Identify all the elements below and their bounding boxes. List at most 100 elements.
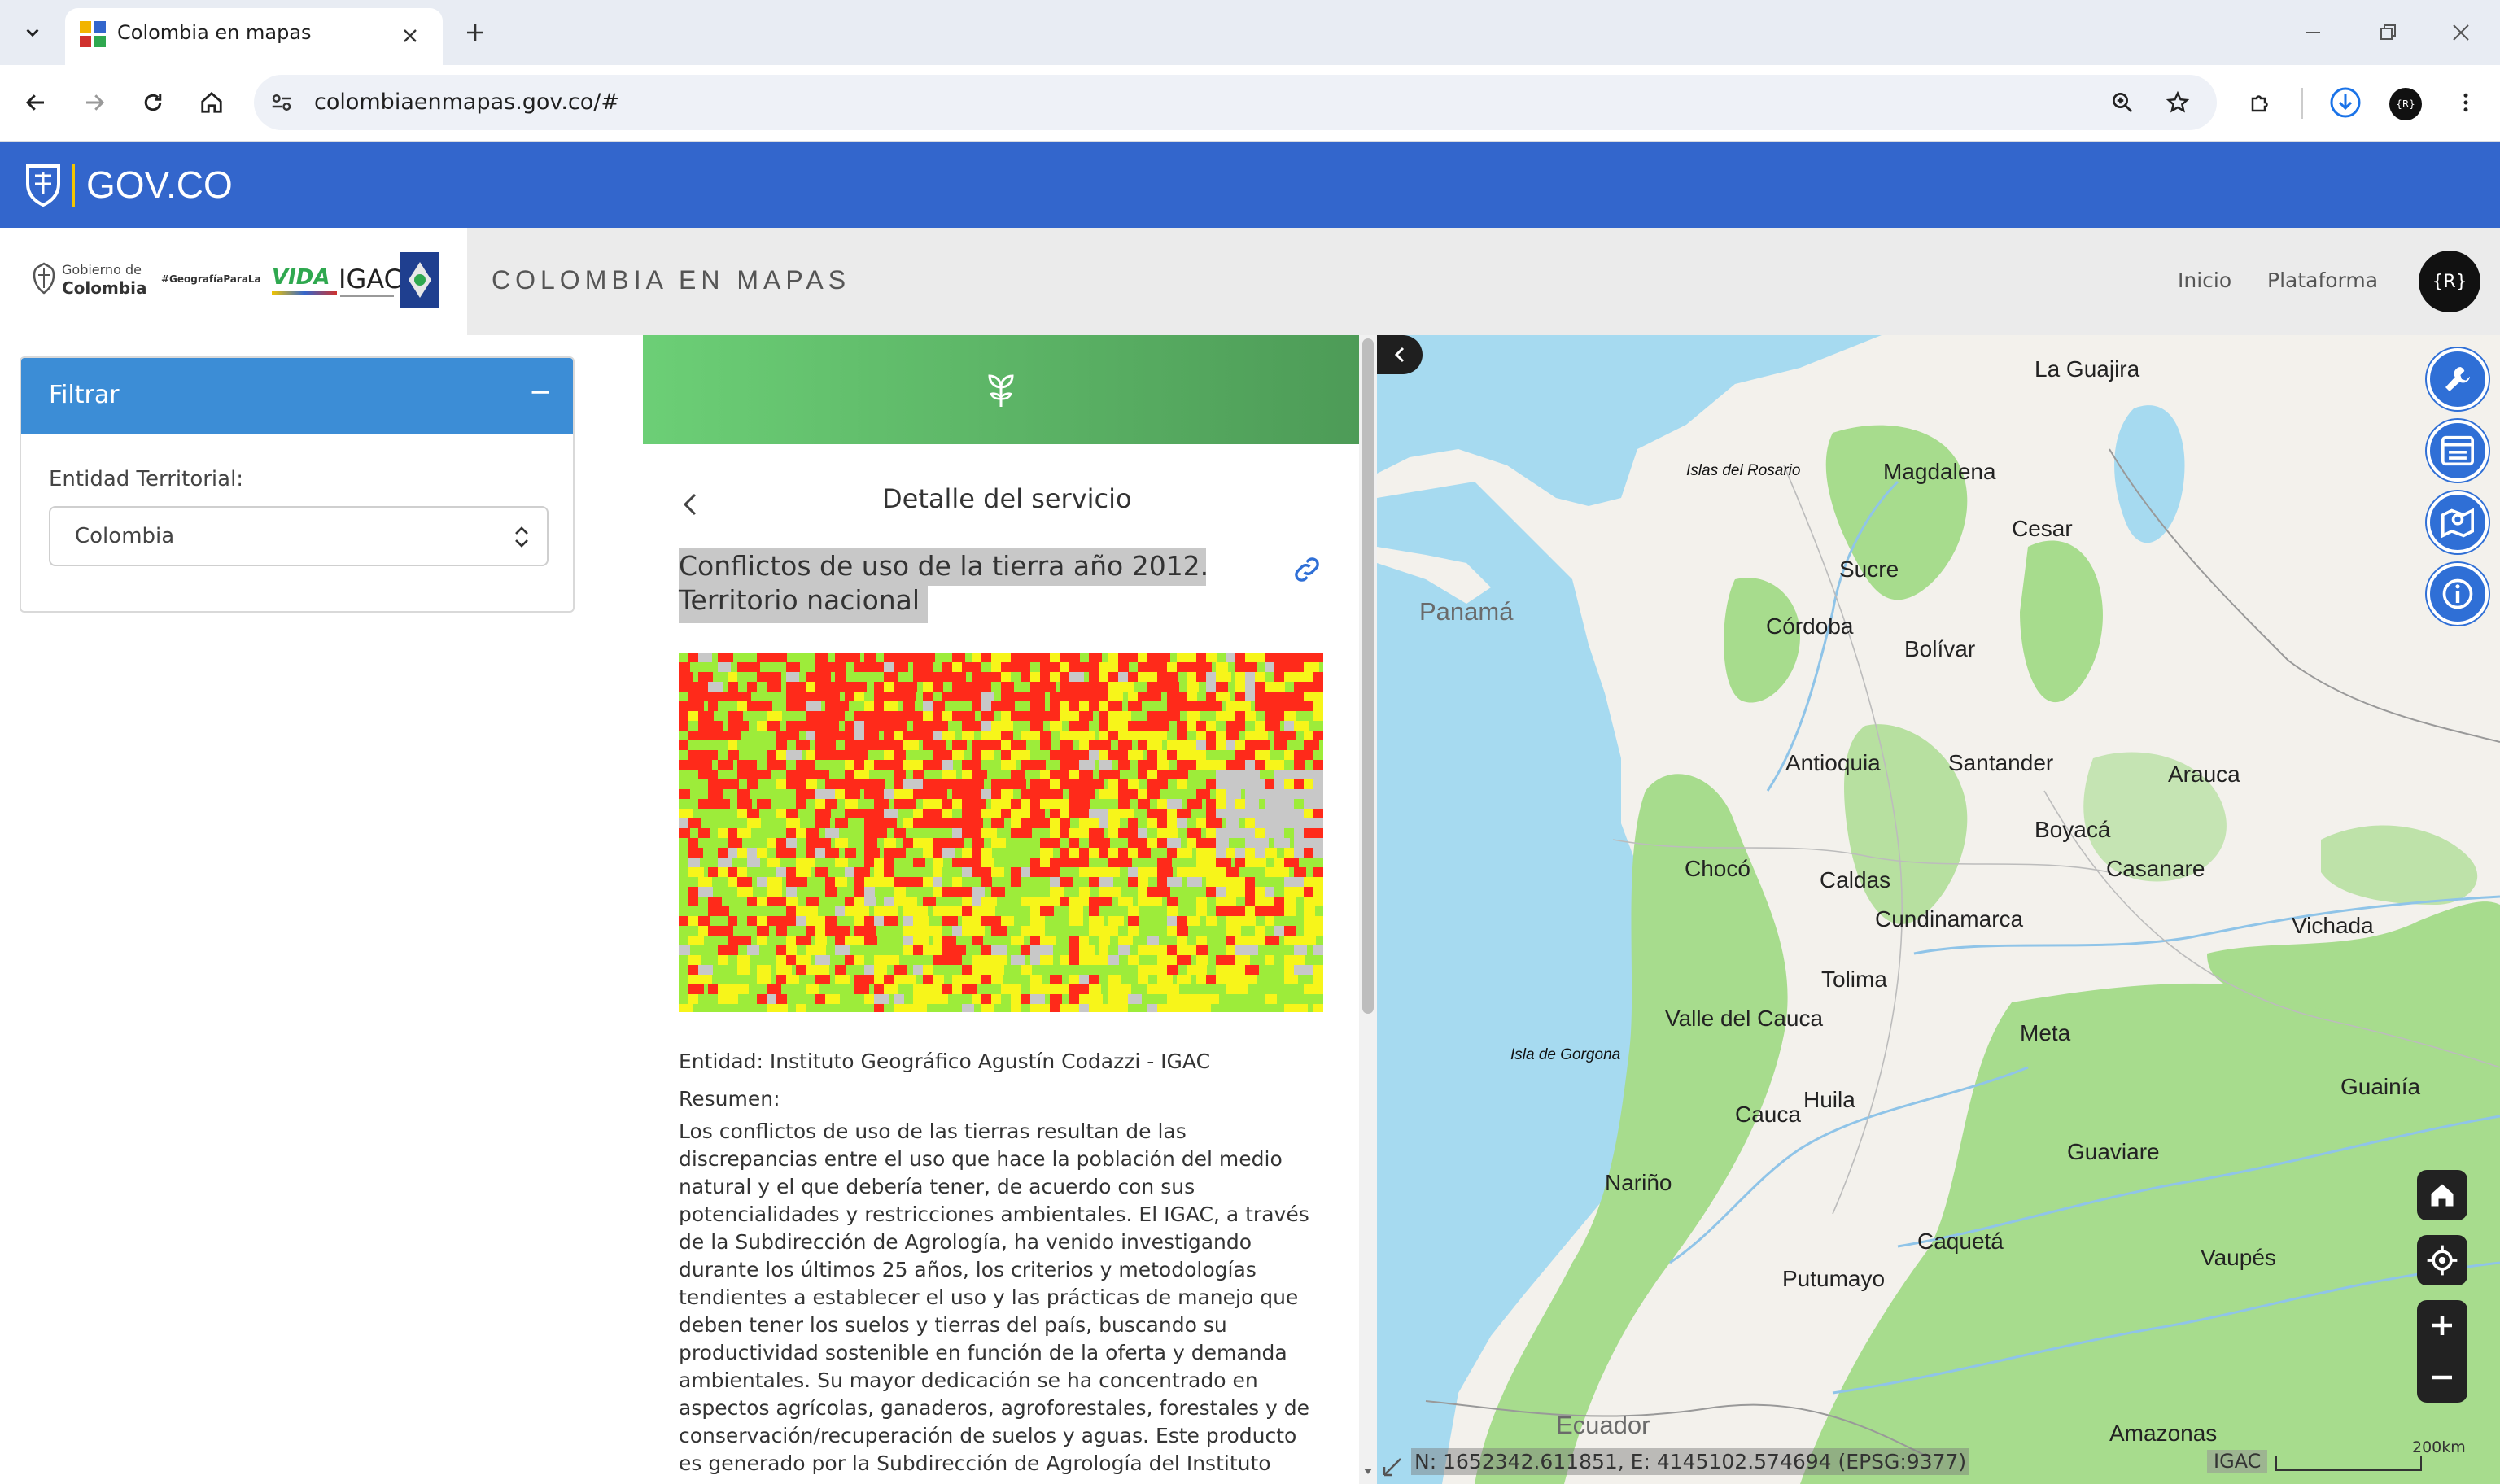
thumbnail-pixel: [913, 936, 929, 945]
scrollbar-thumb[interactable]: [1362, 338, 1374, 1014]
basemap-button[interactable]: [2427, 491, 2489, 553]
filter-header[interactable]: Filtrar −: [21, 358, 573, 434]
thumbnail-pixel: [972, 916, 981, 926]
browser-tab-active[interactable]: Colombia en mapas: [65, 8, 443, 65]
select-updown-icon: [515, 526, 528, 548]
profile-avatar[interactable]: {R}: [2389, 88, 2422, 120]
territorial-entity-select[interactable]: Colombia: [49, 506, 549, 566]
thumbnail-pixel: [825, 740, 836, 750]
thumbnail-pixel: [874, 867, 885, 877]
thumbnail-pixel: [1216, 711, 1226, 721]
close-tab-icon[interactable]: [391, 16, 430, 55]
thumbnail-pixel: [688, 711, 699, 721]
map-view[interactable]: Panamá Ecuador Islas del Rosario Isla de…: [1377, 335, 2500, 1484]
zoom-in-button[interactable]: [2417, 1300, 2467, 1351]
thumbnail-pixel: [1050, 877, 1060, 887]
back-chevron-icon[interactable]: [679, 490, 701, 519]
expand-arrow-icon[interactable]: [1380, 1455, 1405, 1479]
map-attribution[interactable]: IGAC: [2207, 1450, 2268, 1473]
collapse-minus-icon[interactable]: −: [529, 376, 553, 408]
gov-co-brand[interactable]: GOV.CO: [86, 163, 233, 207]
tab-search-chevron-icon[interactable]: [13, 13, 52, 52]
thumbnail-pixel: [1313, 809, 1323, 818]
thumbnail-pixel: [1196, 838, 1208, 848]
thumbnail-pixel: [864, 731, 879, 740]
thumbnail-pixel: [1313, 682, 1323, 692]
detail-scrollbar[interactable]: [1359, 335, 1377, 1484]
thumbnail-pixel: [1304, 750, 1313, 760]
service-thumbnail-map[interactable]: [679, 653, 1323, 1012]
home-extent-button[interactable]: [2417, 1170, 2467, 1220]
thumbnail-pixel: [747, 945, 759, 955]
user-avatar[interactable]: {R}: [2419, 251, 2480, 312]
thumbnail-pixel: [1196, 662, 1212, 672]
more-menu-icon[interactable]: [2446, 83, 2485, 122]
thumbnail-pixel: [1245, 770, 1260, 779]
country-label-panama: Panamá: [1419, 597, 1514, 626]
thumbnail-pixel: [1060, 828, 1071, 838]
thumbnail-pixel: [933, 721, 948, 731]
thumbnail-pixel: [1245, 848, 1257, 858]
thumbnail-pixel: [1001, 750, 1012, 760]
thumbnail-pixel: [757, 926, 769, 936]
thumbnail-pixel: [1216, 955, 1226, 965]
nav-inicio[interactable]: Inicio: [2178, 268, 2231, 292]
thumbnail-pixel: [1167, 926, 1177, 936]
zoom-out-button[interactable]: [2417, 1352, 2467, 1403]
dept-label-amazonas: Amazonas: [2109, 1421, 2218, 1446]
thumbnail-pixel: [1079, 721, 1089, 731]
thumbnail-pixel: [923, 838, 934, 848]
thumbnail-pixel: [1177, 701, 1188, 711]
scroll-down-arrow-icon[interactable]: [1363, 1466, 1373, 1476]
address-bar[interactable]: colombiaenmapas.gov.co/#: [254, 75, 2217, 130]
thumbnail-pixel: [1177, 926, 1188, 936]
thumbnail-pixel: [1050, 828, 1060, 838]
zoom-icon[interactable]: [2103, 83, 2142, 122]
thumbnail-pixel: [728, 936, 739, 945]
thumbnail-pixel: [962, 926, 972, 936]
nav-plataforma[interactable]: Plataforma: [2267, 268, 2378, 292]
layers-panel-button[interactable]: [2427, 420, 2489, 482]
thumbnail-pixel: [1147, 809, 1159, 818]
locate-me-button[interactable]: [2417, 1235, 2467, 1285]
bookmark-star-icon[interactable]: [2158, 83, 2197, 122]
thumbnail-pixel: [913, 906, 928, 916]
thumbnail-pixel: [933, 926, 942, 936]
thumbnail-pixel: [1011, 1004, 1021, 1012]
thumbnail-pixel: [806, 945, 817, 955]
new-tab-icon[interactable]: [456, 13, 495, 52]
restore-window-icon[interactable]: [2368, 13, 2407, 52]
thumbnail-pixel: [698, 653, 712, 662]
tools-button[interactable]: [2427, 348, 2489, 410]
thumbnail-pixel: [1079, 711, 1093, 721]
thumbnail-pixel: [1099, 838, 1110, 848]
thumbnail-pixel: [1284, 848, 1296, 858]
coordinates-readout: N: 1652342.611851, E: 4145102.574694 (EP…: [1411, 1448, 1970, 1475]
thumbnail-pixel: [864, 760, 874, 770]
download-icon[interactable]: [2326, 83, 2365, 122]
thumbnail-pixel: [1001, 799, 1012, 809]
thumbnail-pixel: [1235, 984, 1248, 994]
close-window-icon[interactable]: [2441, 13, 2480, 52]
thumbnail-pixel: [923, 711, 933, 721]
back-arrow-icon[interactable]: [16, 83, 55, 122]
extensions-puzzle-icon[interactable]: [2241, 83, 2280, 122]
thumbnail-pixel: [776, 740, 787, 750]
info-button[interactable]: [2427, 563, 2489, 625]
reload-icon[interactable]: [133, 83, 173, 122]
thumbnail-pixel: [1265, 682, 1276, 692]
thumbnail-pixel: [708, 692, 719, 701]
dept-label-guaviare: Guaviare: [2067, 1139, 2160, 1164]
home-icon[interactable]: [192, 83, 231, 122]
thumbnail-pixel: [981, 955, 992, 965]
thumbnail-pixel: [1021, 828, 1032, 838]
thumbnail-pixel: [1040, 848, 1053, 858]
site-info-icon[interactable]: [262, 83, 301, 122]
copy-link-icon[interactable]: [1291, 553, 1323, 586]
collapse-panel-button[interactable]: [1377, 335, 1423, 374]
thumbnail-pixel: [1304, 984, 1314, 994]
thumbnail-pixel: [884, 653, 894, 662]
thumbnail-pixel: [1118, 897, 1133, 906]
minimize-window-icon[interactable]: [2293, 13, 2332, 52]
forward-arrow-icon[interactable]: [75, 83, 114, 122]
